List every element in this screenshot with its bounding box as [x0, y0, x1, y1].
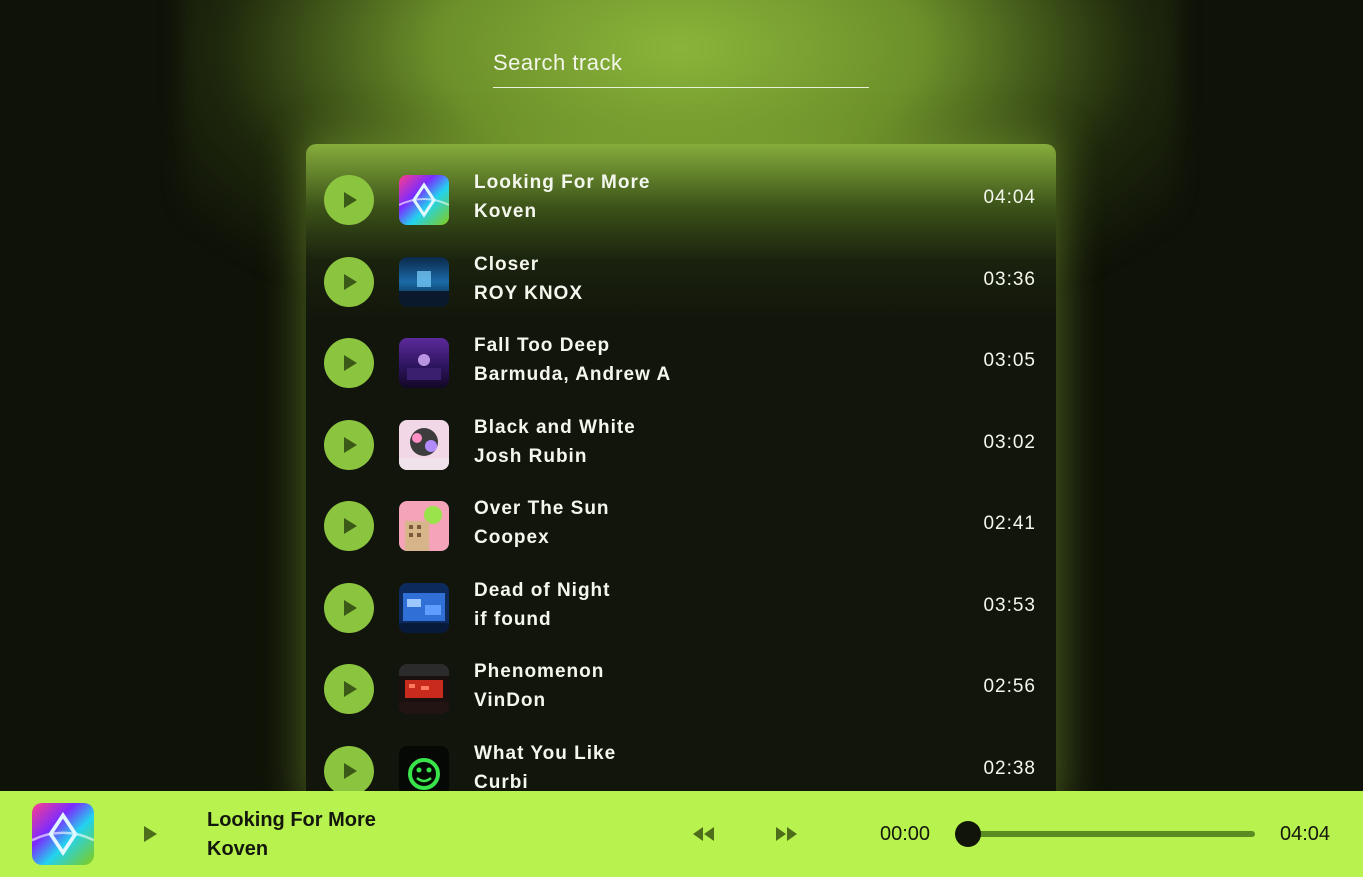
track-duration: 03:53 — [983, 595, 1036, 616]
track-artist: if found — [474, 609, 552, 630]
play-icon — [344, 274, 357, 290]
track-duration: 03:05 — [983, 350, 1036, 371]
album-cover — [399, 175, 449, 225]
track-list: Looking For More Koven 04:04 Closer ROY … — [306, 144, 1056, 804]
play-button[interactable] — [324, 746, 374, 796]
album-cover — [399, 501, 449, 551]
play-button[interactable] — [324, 257, 374, 307]
play-icon — [344, 192, 357, 208]
player-track-artist: Koven — [207, 838, 269, 860]
track-duration: 02:56 — [983, 676, 1036, 697]
play-button[interactable] — [324, 420, 374, 470]
progress-bar[interactable] — [955, 831, 1255, 837]
fast-forward-icon — [776, 827, 797, 841]
play-icon — [344, 437, 357, 453]
current-time: 00:00 — [880, 823, 931, 845]
album-cover — [399, 746, 449, 796]
track-artist: ROY KNOX — [474, 283, 584, 304]
track-row[interactable]: Looking For More Koven 04:04 — [306, 159, 1056, 241]
track-title: Black and White — [474, 417, 636, 438]
search-bar — [493, 40, 869, 88]
track-title: Phenomenon — [474, 661, 605, 682]
album-cover — [399, 664, 449, 714]
play-icon — [344, 355, 357, 371]
album-cover — [399, 583, 449, 633]
track-row[interactable]: Black and White Josh Rubin 03:02 — [306, 404, 1056, 486]
album-cover — [399, 420, 449, 470]
play-icon — [144, 826, 157, 842]
track-title: Over The Sun — [474, 498, 610, 519]
track-row[interactable]: Over The Sun Coopex 02:41 — [306, 485, 1056, 567]
play-button[interactable] — [324, 583, 374, 633]
play-icon — [344, 518, 357, 534]
play-button[interactable] — [324, 501, 374, 551]
track-artist: Josh Rubin — [474, 446, 588, 467]
fast-forward-button[interactable] — [773, 824, 799, 844]
track-artist: Barmuda, Andrew A — [474, 364, 672, 385]
play-icon — [344, 763, 357, 779]
track-duration: 03:02 — [983, 432, 1036, 453]
player-track-title: Looking For More — [207, 809, 376, 831]
track-row[interactable]: Closer ROY KNOX 03:36 — [306, 241, 1056, 323]
track-artist: Koven — [474, 201, 538, 222]
album-cover — [399, 338, 449, 388]
track-artist: Coopex — [474, 527, 550, 548]
track-duration: 02:41 — [983, 513, 1036, 534]
play-button[interactable] — [324, 338, 374, 388]
track-title: Closer — [474, 254, 540, 275]
play-icon — [344, 681, 357, 697]
player-album-cover — [32, 803, 94, 865]
now-playing-bar: Looking For More Koven 00:00 04:04 — [0, 791, 1363, 877]
track-row[interactable]: Fall Too Deep Barmuda, Andrew A 03:05 — [306, 322, 1056, 404]
player-play-button[interactable] — [138, 819, 164, 849]
track-row[interactable]: Phenomenon VinDon 02:56 — [306, 648, 1056, 730]
play-button[interactable] — [324, 175, 374, 225]
track-title: What You Like — [474, 743, 617, 764]
track-title: Fall Too Deep — [474, 335, 611, 356]
progress-thumb[interactable] — [955, 821, 981, 847]
track-duration: 03:36 — [983, 269, 1036, 290]
track-row[interactable]: Dead of Night if found 03:53 — [306, 567, 1056, 649]
track-duration: 02:38 — [983, 758, 1036, 779]
total-time: 04:04 — [1280, 823, 1331, 845]
album-cover — [399, 257, 449, 307]
play-icon — [344, 600, 357, 616]
track-title: Looking For More — [474, 172, 651, 193]
rewind-button[interactable] — [691, 824, 717, 844]
track-artist: VinDon — [474, 690, 547, 711]
rewind-icon — [693, 827, 714, 841]
search-input[interactable] — [493, 40, 869, 86]
track-duration: 04:04 — [983, 187, 1036, 208]
track-title: Dead of Night — [474, 580, 611, 601]
play-button[interactable] — [324, 664, 374, 714]
